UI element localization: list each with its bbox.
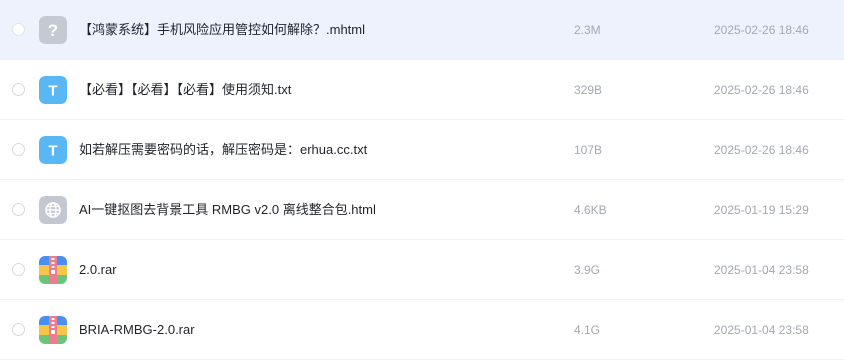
text-file-icon: T <box>39 136 67 164</box>
svg-text:T: T <box>48 83 57 100</box>
file-size: 329B <box>574 83 603 97</box>
row-checkbox[interactable] <box>12 203 25 216</box>
archive-file-icon <box>39 256 67 284</box>
file-date: 2025-01-04 23:58 <box>714 263 809 277</box>
file-row[interactable]: T 【必看】【必看】【必看】使用须知.txt 329B 2025-02-26 1… <box>0 60 844 120</box>
row-checkbox[interactable] <box>12 143 25 156</box>
file-name[interactable]: 【必看】【必看】【必看】使用须知.txt <box>79 60 291 119</box>
file-name[interactable]: 【鸿蒙系统】手机风险应用管控如何解除？.mhtml <box>79 0 365 59</box>
row-checkbox[interactable] <box>12 23 25 36</box>
web-file-icon <box>39 196 67 224</box>
svg-text:T: T <box>48 143 57 160</box>
row-checkbox[interactable] <box>12 323 25 336</box>
file-name[interactable]: 如若解压需要密码的话，解压密码是：erhua.cc.txt <box>79 120 367 179</box>
row-checkbox[interactable] <box>12 263 25 276</box>
unknown-file-icon: ? <box>39 16 67 44</box>
text-file-icon: T <box>39 76 67 104</box>
file-date: 2025-01-04 23:58 <box>714 323 809 337</box>
file-size: 4.1G <box>574 323 601 337</box>
file-date: 2025-01-19 15:29 <box>714 203 809 217</box>
archive-file-icon <box>39 316 67 344</box>
file-row[interactable]: ? 【鸿蒙系统】手机风险应用管控如何解除？.mhtml 2.3M 2025-02… <box>0 0 844 60</box>
file-name[interactable]: AI一键抠图去背景工具 RMBG v2.0 离线整合包.html <box>79 180 376 239</box>
file-row[interactable]: AI一键抠图去背景工具 RMBG v2.0 离线整合包.html 4.6KB 2… <box>0 180 844 240</box>
row-checkbox[interactable] <box>12 83 25 96</box>
file-row[interactable]: 2.0.rar 3.9G 2025-01-04 23:58 <box>0 240 844 300</box>
file-date: 2025-02-26 18:46 <box>714 83 809 97</box>
file-name[interactable]: BRIA-RMBG-2.0.rar <box>79 300 195 359</box>
file-size: 2.3M <box>574 23 601 37</box>
file-date: 2025-02-26 18:46 <box>714 23 809 37</box>
file-size: 107B <box>574 143 603 157</box>
file-date: 2025-02-26 18:46 <box>714 143 809 157</box>
file-row[interactable]: T 如若解压需要密码的话，解压密码是：erhua.cc.txt 107B 202… <box>0 120 844 180</box>
file-size: 3.9G <box>574 263 601 277</box>
svg-text:?: ? <box>48 21 58 40</box>
file-list: ? 【鸿蒙系统】手机风险应用管控如何解除？.mhtml 2.3M 2025-02… <box>0 0 844 360</box>
file-name[interactable]: 2.0.rar <box>79 240 117 299</box>
file-row[interactable]: BRIA-RMBG-2.0.rar 4.1G 2025-01-04 23:58 <box>0 300 844 360</box>
file-size: 4.6KB <box>574 203 607 217</box>
